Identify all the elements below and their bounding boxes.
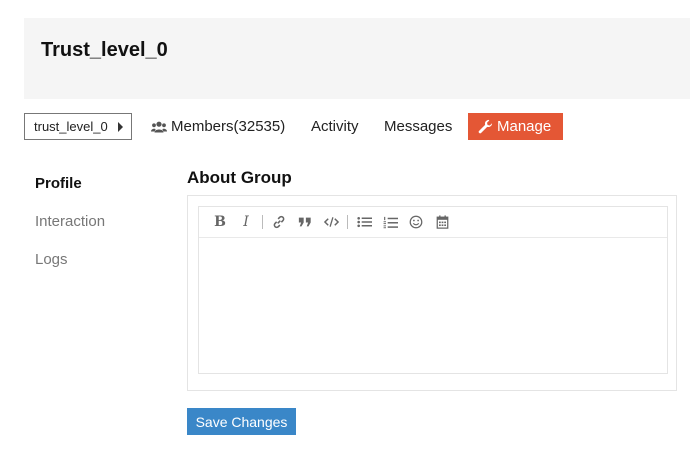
italic-icon[interactable]: I <box>233 211 259 233</box>
nav-members[interactable]: Members(32535) <box>151 113 285 140</box>
link-icon[interactable] <box>266 211 292 233</box>
markdown-editor: B I <box>198 206 668 374</box>
section-title: About Group <box>187 168 292 187</box>
calendar-icon[interactable] <box>429 211 455 233</box>
bullet-list-icon[interactable] <box>351 211 377 233</box>
numbered-list-icon[interactable] <box>377 211 403 233</box>
save-changes-button[interactable]: Save Changes <box>187 408 296 435</box>
nav-manage-button[interactable]: Manage <box>468 113 563 140</box>
editor-toolbar: B I <box>199 207 667 238</box>
nav-manage-label: Manage <box>497 118 552 135</box>
bold-icon[interactable]: B <box>207 211 233 233</box>
toolbar-divider <box>347 215 348 229</box>
code-icon[interactable] <box>318 211 344 233</box>
wrench-icon <box>478 119 493 134</box>
sidebar: Profile Interaction Logs <box>35 170 105 284</box>
quote-icon[interactable] <box>292 211 318 233</box>
group-nav: trust_level_0 Members(32535) Activity Me… <box>24 113 690 140</box>
group-header: Trust_level_0 <box>24 18 690 99</box>
editor-container: B I <box>187 195 677 391</box>
nav-members-label: Members(32535) <box>171 118 286 135</box>
group-selector-label: trust_level_0 <box>34 119 108 134</box>
about-group-textarea[interactable] <box>199 238 667 373</box>
emoji-icon[interactable] <box>403 211 429 233</box>
users-icon <box>151 121 167 132</box>
sidebar-item-interaction[interactable]: Interaction <box>35 208 105 246</box>
nav-messages-label: Messages <box>384 118 453 135</box>
main-content: About Group B I Save Changes <box>187 164 677 435</box>
nav-messages[interactable]: Messages <box>384 113 452 140</box>
group-selector-dropdown[interactable]: trust_level_0 <box>24 113 132 140</box>
toolbar-divider <box>262 215 263 229</box>
nav-activity-label: Activity <box>311 118 359 135</box>
caret-right-icon <box>118 122 123 132</box>
page-title: Trust_level_0 <box>41 39 168 61</box>
sidebar-item-logs[interactable]: Logs <box>35 246 105 284</box>
nav-activity[interactable]: Activity <box>311 113 359 140</box>
sidebar-item-profile[interactable]: Profile <box>35 170 105 208</box>
